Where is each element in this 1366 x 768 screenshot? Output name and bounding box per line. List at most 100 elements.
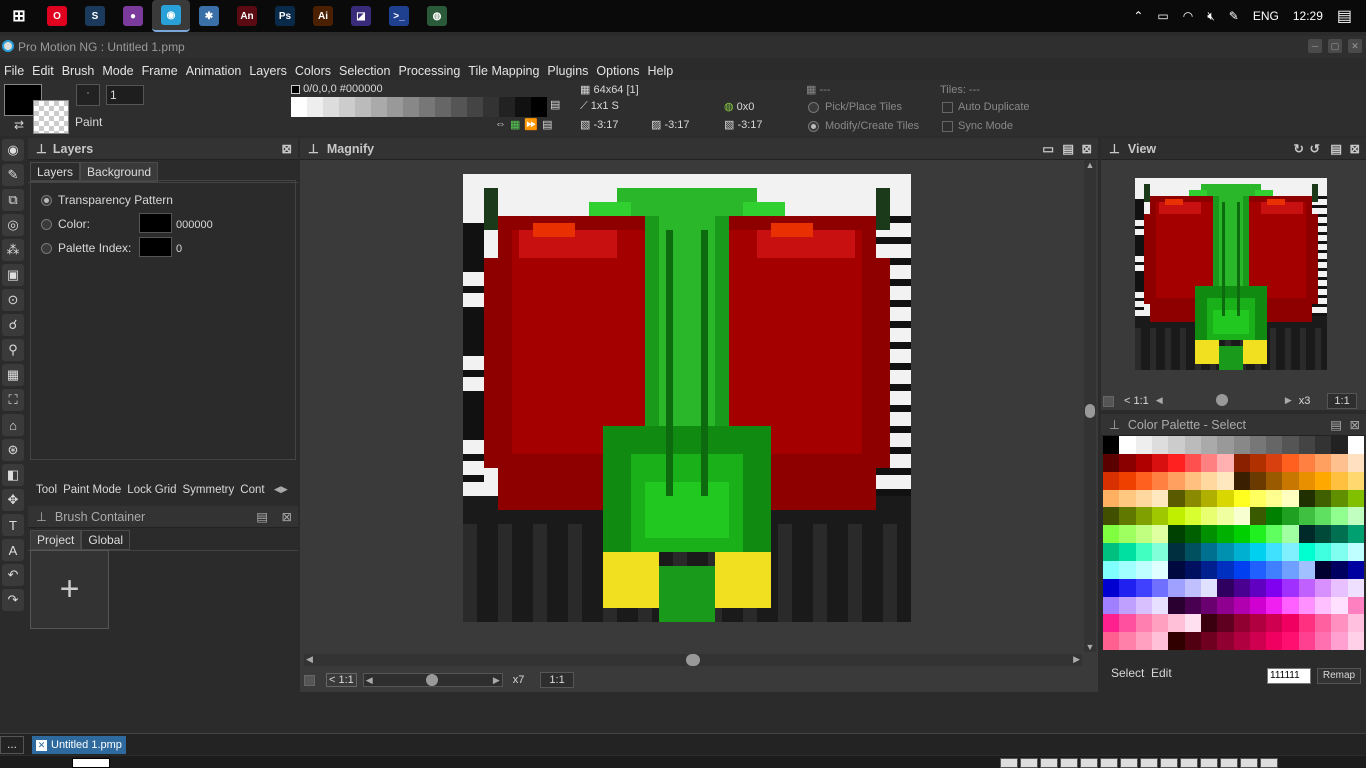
smudge-icon[interactable]: ☌ (2, 314, 24, 336)
animation-control-button[interactable] (1260, 758, 1278, 768)
palette-swatch[interactable] (1315, 525, 1332, 543)
palette-swatch[interactable] (1282, 614, 1299, 633)
palette-swatch[interactable] (1103, 614, 1120, 633)
steam-icon[interactable]: S (83, 4, 107, 28)
window-icon[interactable]: ▭ (1042, 141, 1054, 156)
powershell-icon[interactable]: >_ (387, 4, 411, 28)
minimize-button[interactable]: ─ (1308, 39, 1322, 53)
palette-swatch[interactable] (1103, 471, 1120, 490)
palette-swatch[interactable] (1168, 614, 1185, 633)
palette-swatch[interactable] (1119, 525, 1136, 543)
palette-swatch[interactable] (1347, 578, 1364, 597)
palette-swatch[interactable] (1119, 489, 1136, 508)
pro-motion-logo-icon[interactable]: ◉ (2, 139, 24, 161)
palette-swatch[interactable] (1282, 543, 1299, 561)
remap-button[interactable]: Remap (1317, 668, 1361, 684)
palette-swatch[interactable] (1135, 596, 1152, 615)
eyedropper-icon[interactable]: ⚲ (2, 339, 24, 361)
maximize-button[interactable]: ▢ (1328, 39, 1342, 53)
palette-swatch[interactable] (1298, 560, 1316, 579)
palette-swatch[interactable] (1151, 614, 1169, 633)
palette-swatch[interactable] (1298, 596, 1316, 615)
ramp-swatch[interactable] (419, 97, 435, 117)
checkbox-icon[interactable] (304, 674, 315, 686)
color-option[interactable]: Color: (41, 217, 90, 231)
animation-control-button[interactable] (1000, 758, 1018, 768)
menu-edit[interactable]: Edit (32, 64, 54, 78)
folder-icon[interactable]: ▤ (1330, 141, 1342, 156)
battery-icon[interactable]: ▭ (1157, 9, 1168, 23)
palette-swatch[interactable] (1168, 489, 1185, 508)
fill-icon[interactable]: ▣ (2, 264, 24, 286)
ramp-swatch[interactable] (339, 97, 355, 117)
tab-background[interactable]: Background (80, 162, 159, 182)
animation-control-button[interactable] (1040, 758, 1058, 768)
palette-swatch[interactable] (1217, 632, 1234, 650)
palette-swatch[interactable] (1347, 543, 1364, 561)
pick-place-tiles-option[interactable]: Pick/Place Tiles (808, 101, 902, 113)
palette-swatch[interactable] (1168, 543, 1185, 561)
palette-swatch[interactable] (1103, 632, 1120, 650)
palette-swatch[interactable] (1119, 453, 1136, 472)
palette-swatch[interactable] (1135, 471, 1152, 490)
ramp-swatch[interactable] (531, 97, 547, 117)
wifi-icon[interactable]: ◠ (1183, 9, 1193, 23)
ramp-swatch[interactable] (323, 97, 339, 117)
ramp-icon[interactable]: ▤ (542, 118, 552, 131)
palette-swatch[interactable] (1135, 614, 1152, 633)
antialias-icon[interactable]: A (2, 539, 24, 561)
palette-swatch[interactable] (1266, 436, 1283, 454)
menu-tile-mapping[interactable]: Tile Mapping (468, 64, 539, 78)
palette-edit-button[interactable]: Edit (1151, 666, 1172, 680)
palette-swatch[interactable] (1249, 453, 1267, 472)
undo-icon[interactable]: ↶ (2, 564, 24, 586)
background-color-swatch[interactable] (33, 100, 69, 134)
palette-swatch[interactable] (1331, 471, 1348, 490)
pro-motion-icon[interactable]: ◉ (152, 0, 190, 32)
palette-swatch[interactable] (1217, 471, 1234, 490)
palette-swatch[interactable] (1298, 543, 1316, 561)
ramp-swatch[interactable] (467, 97, 483, 117)
ramp-swatch[interactable] (499, 97, 515, 117)
palette-swatch[interactable] (1315, 614, 1332, 633)
palette-swatch[interactable] (1200, 560, 1218, 579)
animation-control-button[interactable] (1080, 758, 1098, 768)
ramp-side-icon[interactable]: ▤ (550, 98, 560, 111)
palette-swatch[interactable] (1168, 453, 1185, 472)
palette-swatch[interactable] (1331, 560, 1348, 579)
palette-swatch[interactable] (1200, 489, 1218, 508)
palette-swatch[interactable] (1217, 436, 1234, 454)
fast-forward-icon[interactable]: ⏩ (524, 118, 538, 131)
menu-layers[interactable]: Layers (249, 64, 287, 78)
palette-swatch[interactable] (1233, 632, 1250, 650)
transparency-pattern-option[interactable]: Transparency Pattern (41, 193, 173, 207)
ramp-swatch[interactable] (355, 97, 371, 117)
palette-swatch[interactable] (1347, 471, 1364, 490)
palette-swatch[interactable] (1315, 453, 1332, 472)
palette-swatch[interactable] (1331, 614, 1348, 633)
ratio-button[interactable]: 1:1 (1327, 393, 1357, 409)
palette-swatch[interactable] (1217, 614, 1234, 633)
close-icon[interactable]: ⊠ (282, 509, 292, 524)
palette-swatch[interactable] (1233, 560, 1250, 579)
palette-swatch[interactable] (1184, 436, 1201, 454)
background-color-box[interactable] (139, 213, 172, 233)
palette-swatch[interactable] (1315, 507, 1332, 526)
palette-swatch[interactable] (1266, 632, 1283, 650)
palette-swatch[interactable] (1347, 525, 1364, 543)
pen-icon[interactable]: ✎ (1229, 9, 1239, 23)
palette-swatch[interactable] (1331, 436, 1348, 454)
animate-icon[interactable]: An (235, 4, 259, 28)
palette-swatch[interactable] (1298, 507, 1316, 526)
auto-duplicate-checkbox[interactable]: Auto Duplicate (942, 101, 1030, 113)
palette-swatch[interactable] (1184, 578, 1201, 597)
palette-swatch[interactable] (1266, 471, 1283, 490)
redo-icon[interactable]: ↷ (2, 589, 24, 611)
palette-swatch[interactable] (1200, 596, 1218, 615)
palette-swatch[interactable] (1249, 489, 1267, 508)
notifications-icon[interactable]: ▤ (1337, 6, 1352, 26)
palette-swatch[interactable] (1249, 578, 1267, 597)
palette-swatch[interactable] (1266, 596, 1283, 615)
app11-icon[interactable]: ◍ (425, 4, 449, 28)
horizontal-scrollbar[interactable]: ◀ ▶ (304, 654, 1082, 666)
